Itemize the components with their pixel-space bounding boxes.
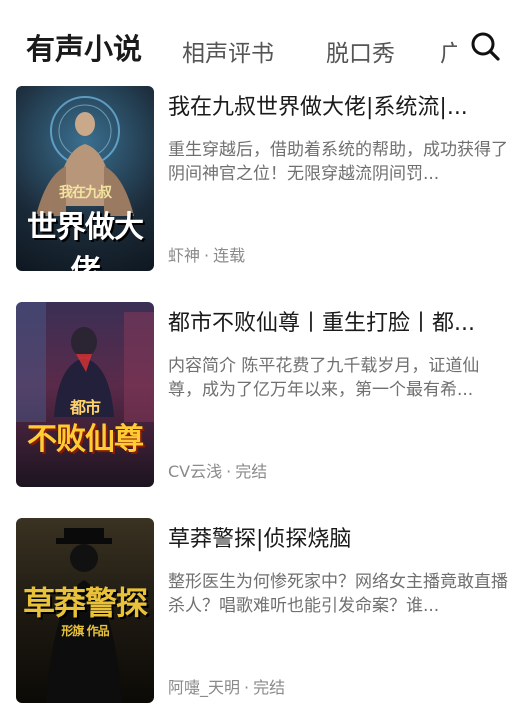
book-author: 阿嚏_天明 (168, 678, 241, 697)
cover-subtitle: 我在九叔 (59, 185, 112, 201)
meta-separator: · (226, 462, 232, 481)
search-icon (471, 32, 500, 61)
book-info: 我在九叔世界做大佬|系统流|... 重生穿越后，借助着系统的帮助，成功获得了阴间… (168, 86, 508, 265)
meta-separator: · (244, 678, 250, 697)
book-status: 完结 (235, 462, 268, 481)
book-meta: 阿嚏_天明 · 完结 (168, 674, 285, 698)
book-title: 我在九叔世界做大佬|系统流|... (168, 95, 468, 120)
cover-title-text: 世界做大佬 (27, 210, 144, 271)
book-description: 内容简介 陈平花费了九千载岁月，证道仙尊，成为了亿万年以来，第一个最有希... (168, 356, 480, 400)
cover-title-text: 草莽警探 (22, 584, 148, 622)
category-tab-bar: 有声小说 相声评书 脱口秀 广播 (0, 0, 513, 86)
book-title: 都市不败仙尊丨重生打脸丨都... (168, 311, 475, 336)
meta-separator: · (204, 246, 210, 265)
book-author: 虾神 (168, 246, 201, 265)
book-cover: 草莽警探 形旗 作品 (16, 518, 154, 703)
search-button[interactable] (457, 22, 513, 70)
book-description: 重生穿越后，借助着系统的帮助，成功获得了阴间神官之位！无限穿越流阴间罚... (168, 140, 508, 184)
book-status: 连载 (213, 246, 246, 265)
book-meta: 虾神 · 连载 (168, 242, 245, 266)
cover-title-text: 不败仙尊 (27, 422, 144, 457)
cover-subtitle: 形旗 作品 (61, 624, 109, 638)
book-item[interactable]: 都市 不败仙尊 都市不败仙尊丨重生打脸丨都... 内容简介 陈平花费了九千载岁月… (0, 302, 513, 492)
tab-crosstalk-storytelling[interactable]: 相声评书 (182, 34, 274, 68)
book-cover: 我在九叔 世界做大佬 (16, 86, 154, 271)
book-title: 草莽警探|侦探烧脑 (168, 527, 352, 552)
book-status: 完结 (253, 678, 286, 697)
book-cover: 都市 不败仙尊 (16, 302, 154, 487)
book-description: 整形医生为何惨死家中？网络女主播竟敢直播杀人？唱歌难听也能引发命案？谁... (168, 572, 508, 616)
book-item[interactable]: 草莽警探 形旗 作品 草莽警探|侦探烧脑 整形医生为何惨死家中？网络女主播竟敢直… (0, 518, 513, 708)
tab-talk-show[interactable]: 脱口秀 (326, 34, 395, 68)
book-info: 草莽警探|侦探烧脑 整形医生为何惨死家中？网络女主播竟敢直播杀人？唱歌难听也能引… (168, 518, 508, 697)
book-author: CV云浅 (168, 462, 223, 481)
book-info: 都市不败仙尊丨重生打脸丨都... 内容简介 陈平花费了九千载岁月，证道仙尊，成为… (168, 302, 508, 481)
book-item[interactable]: 我在九叔 世界做大佬 我在九叔世界做大佬|系统流|... 重生穿越后，借助着系统… (0, 86, 513, 276)
book-meta: CV云浅 · 完结 (168, 458, 267, 482)
tab-audio-novel[interactable]: 有声小说 (26, 26, 142, 68)
